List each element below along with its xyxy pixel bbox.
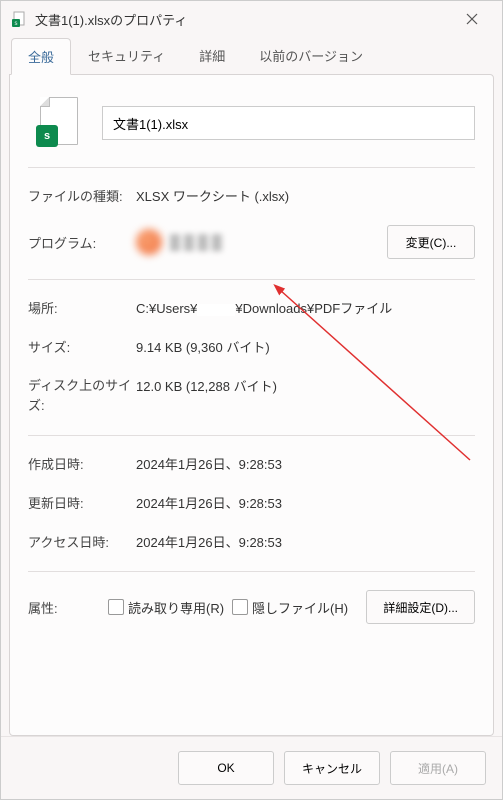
dialog-footer: OK キャンセル 適用(A) (1, 736, 502, 799)
row-size: サイズ: 9.14 KB (9,360 バイト) (28, 337, 475, 356)
label-created: 作成日時: (28, 454, 136, 473)
row-created: 作成日時: 2024年1月26日、9:28:53 (28, 454, 475, 473)
apply-button[interactable]: 適用(A) (390, 751, 486, 785)
file-header-row: s (28, 97, 475, 149)
file-icon-small: s (11, 11, 27, 27)
tab-general[interactable]: 全般 (11, 38, 71, 75)
tab-details[interactable]: 詳細 (182, 37, 242, 74)
window-title: 文書1(1).xlsxのプロパティ (35, 10, 452, 29)
cancel-button[interactable]: キャンセル (284, 751, 380, 785)
tab-previous-versions[interactable]: 以前のバージョン (242, 37, 380, 74)
value-size: 9.14 KB (9,360 バイト) (136, 337, 475, 356)
redacted-username (197, 304, 235, 316)
value-created: 2024年1月26日、9:28:53 (136, 454, 475, 473)
value-disksize: 12.0 KB (12,288 バイト) (136, 376, 475, 395)
value-modified: 2024年1月26日、9:28:53 (136, 493, 475, 512)
titlebar: s 文書1(1).xlsxのプロパティ (1, 1, 502, 37)
value-filetype: XLSX ワークシート (.xlsx) (136, 186, 475, 205)
hidden-label: 隠しファイル(H) (252, 598, 348, 617)
advanced-attributes-button[interactable]: 詳細設定(D)... (366, 590, 475, 624)
change-program-button[interactable]: 変更(C)... (387, 225, 475, 259)
divider (28, 435, 475, 436)
file-badge: s (36, 125, 58, 147)
row-location: 場所: C:¥Users¥¥Downloads¥PDFファイル (28, 298, 475, 317)
value-accessed: 2024年1月26日、9:28:53 (136, 532, 475, 551)
hidden-check-item: 隠しファイル(H) (232, 598, 348, 617)
row-accessed: アクセス日時: 2024年1月26日、9:28:53 (28, 532, 475, 551)
properties-dialog: s 文書1(1).xlsxのプロパティ 全般 セキュリティ 詳細 以前のバージョ… (0, 0, 503, 800)
tab-content: s ファイルの種類: XLSX ワークシート (.xlsx) プログラム: ██… (9, 74, 494, 736)
hidden-checkbox[interactable] (232, 599, 248, 615)
label-modified: 更新日時: (28, 493, 136, 512)
tab-security[interactable]: セキュリティ (71, 37, 182, 74)
readonly-label: 読み取り専用(R) (128, 598, 224, 617)
row-attributes: 属性: 読み取り専用(R) 隠しファイル(H) 詳細設定(D)... (28, 590, 475, 624)
divider (28, 167, 475, 168)
label-program: プログラム: (28, 233, 136, 252)
program-icon (136, 229, 162, 255)
divider (28, 279, 475, 280)
divider (28, 571, 475, 572)
readonly-checkbox[interactable] (108, 599, 124, 615)
ok-button[interactable]: OK (178, 751, 274, 785)
close-button[interactable] (452, 3, 492, 35)
row-disksize: ディスク上のサイズ: 12.0 KB (12,288 バイト) (28, 376, 475, 415)
row-filetype: ファイルの種類: XLSX ワークシート (.xlsx) (28, 186, 475, 205)
attributes-group: 読み取り専用(R) 隠しファイル(H) (108, 598, 348, 617)
value-location: C:¥Users¥¥Downloads¥PDFファイル (136, 298, 475, 317)
program-name-blurred: ████ (170, 234, 387, 250)
label-size: サイズ: (28, 337, 136, 356)
filename-input[interactable] (102, 106, 475, 140)
row-modified: 更新日時: 2024年1月26日、9:28:53 (28, 493, 475, 512)
row-program: プログラム: ████ 変更(C)... (28, 225, 475, 259)
label-accessed: アクセス日時: (28, 532, 136, 551)
label-filetype: ファイルの種類: (28, 186, 136, 205)
file-icon: s (36, 97, 84, 149)
label-attributes: 属性: (28, 598, 108, 617)
tab-strip: 全般 セキュリティ 詳細 以前のバージョン (1, 37, 502, 74)
label-disksize: ディスク上のサイズ: (28, 376, 136, 415)
svg-text:s: s (15, 21, 18, 27)
label-location: 場所: (28, 298, 136, 317)
readonly-check-item: 読み取り専用(R) (108, 598, 224, 617)
